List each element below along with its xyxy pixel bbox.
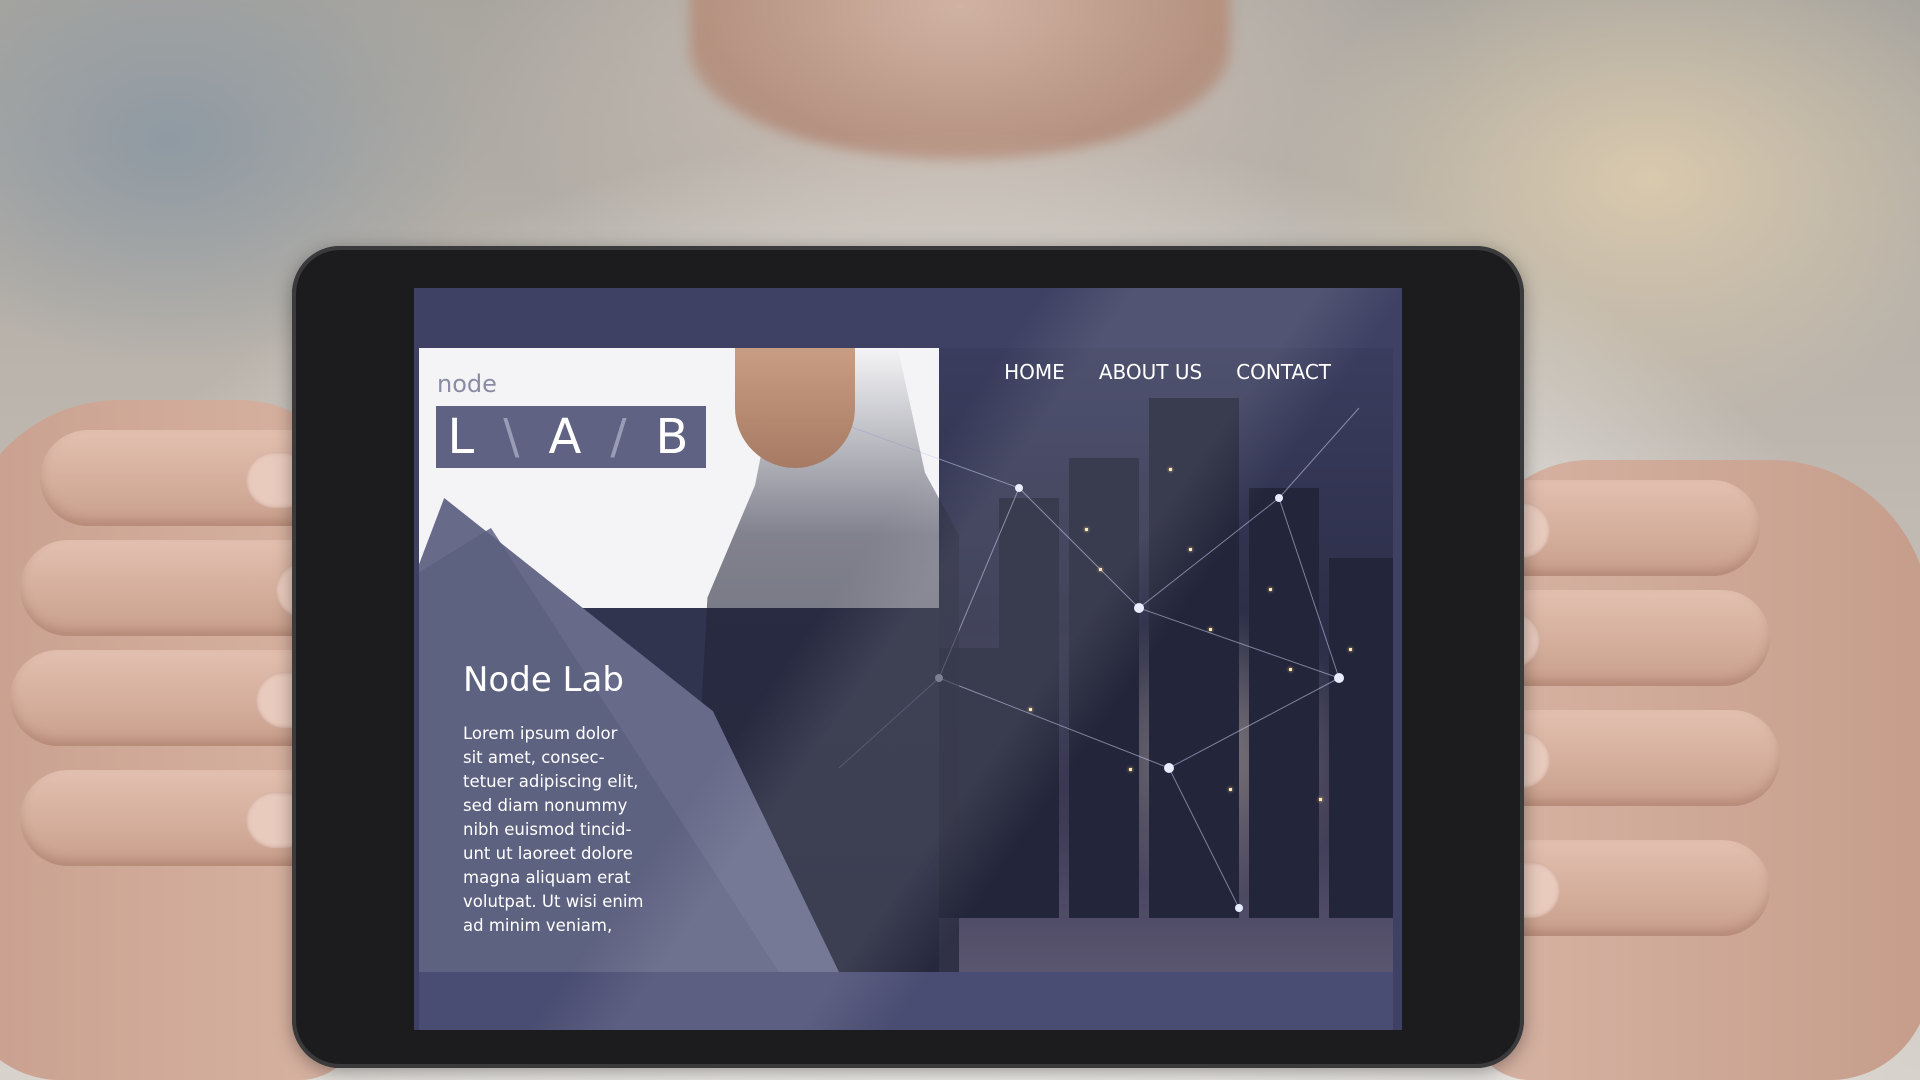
network-node (1334, 673, 1344, 683)
hero-body-text: Lorem ipsum dolor sit amet, consec- tetu… (463, 724, 644, 935)
network-node (1235, 904, 1243, 912)
logo-separator: / (610, 409, 633, 465)
network-node (1134, 603, 1144, 613)
logo-letter: B (655, 409, 695, 465)
nav-about-us[interactable]: ABOUT US (1099, 360, 1202, 384)
website-mockup: node L \ A / B HOME ABOUT US CONTACT Nod… (419, 348, 1393, 972)
logo-letter: L (447, 409, 481, 465)
logo-letter: A (548, 409, 588, 465)
logo-box[interactable]: L \ A / B (436, 406, 706, 468)
businessman-head (735, 348, 855, 468)
logo-separator: \ (503, 409, 526, 465)
network-node (1275, 494, 1283, 502)
website-footer-strip (419, 972, 1393, 1030)
nav-contact[interactable]: CONTACT (1236, 360, 1331, 384)
nav-home[interactable]: HOME (1004, 360, 1065, 384)
hero-title: Node Lab (463, 660, 624, 700)
network-node (1015, 484, 1023, 492)
main-nav: HOME ABOUT US CONTACT (1004, 360, 1331, 384)
network-node (1164, 763, 1174, 773)
logo-small-text: node (437, 370, 497, 398)
